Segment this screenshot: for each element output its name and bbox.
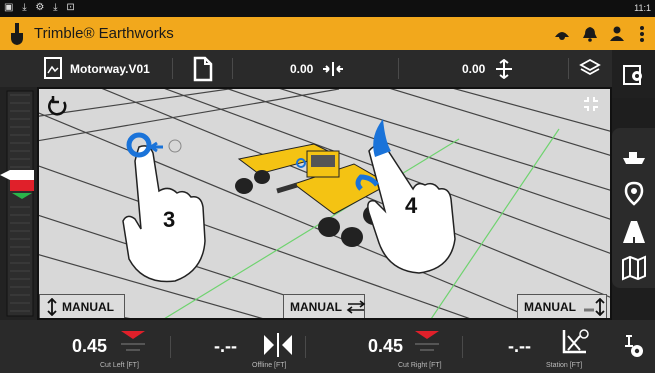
lightbar-ticks	[10, 94, 30, 312]
right-blade-icon	[584, 298, 605, 316]
file-icon[interactable]	[192, 56, 214, 82]
cut-left-indicator-icon	[121, 331, 145, 351]
settings-bottom	[612, 320, 655, 373]
status-icons: ▣ ⤓ ⚙ ⤓ ⊡	[4, 2, 78, 13]
terrain-scene	[39, 89, 610, 318]
map-icon[interactable]	[620, 254, 648, 282]
station-label: Station [FT]	[546, 362, 583, 369]
fit-view-icon[interactable]	[582, 95, 600, 113]
reset-view-icon[interactable]	[47, 95, 69, 117]
guidance-panel: 0.45 Cut Left [FT] -.-- Offline [FT] 0.4…	[0, 320, 612, 373]
manual-left-label: MANUAL	[62, 300, 114, 314]
offline-center-icon	[264, 333, 292, 357]
side-shift-icon	[346, 300, 366, 314]
station-value: -.--	[508, 336, 531, 356]
left-lightbar	[0, 87, 37, 320]
design-name[interactable]: Motorway.V01	[70, 62, 150, 76]
cross-slope-value[interactable]: 0.00	[290, 62, 313, 76]
cut-right-indicator-icon	[415, 331, 439, 351]
manual-right-button[interactable]: MANUAL	[517, 294, 607, 318]
design-file-icon[interactable]	[42, 56, 64, 80]
trimble-shovel-icon	[11, 23, 23, 45]
top-toolbar: Motorway.V01 0.00 0.00	[0, 50, 612, 87]
gear-icon[interactable]	[622, 334, 646, 360]
manual-center-button[interactable]: MANUAL	[283, 294, 366, 318]
cross-slope-icon	[323, 62, 343, 76]
left-blade-icon	[47, 298, 57, 316]
notification-bell-icon[interactable]	[581, 25, 599, 43]
operator-icon[interactable]	[608, 25, 626, 43]
manual-left-button[interactable]: MANUAL	[39, 294, 125, 318]
manual-right-label: MANUAL	[524, 300, 576, 314]
location-icon[interactable]	[620, 180, 648, 208]
main-fall-value[interactable]: 0.00	[462, 62, 485, 76]
overflow-menu-icon[interactable]	[637, 25, 647, 43]
station-icon	[562, 329, 589, 354]
road-view-icon[interactable]	[620, 218, 648, 246]
machine-view-icon[interactable]	[620, 144, 648, 172]
gesture-label-4: 4	[405, 193, 418, 218]
cut-left-label: Cut Left [FT]	[100, 362, 139, 369]
3d-viewport[interactable]: 3 4 MANUAL MANUAL MANUAL	[37, 87, 612, 320]
system-status-bar: ▣ ⤓ ⚙ ⤓ ⊡ 11:1	[0, 0, 655, 17]
manual-center-label: MANUAL	[290, 300, 342, 314]
offline-value: -.--	[214, 336, 237, 356]
offline-label: Offline [FT]	[252, 362, 287, 369]
cut-right-value: 0.45	[368, 336, 404, 356]
gesture-label-3: 3	[163, 207, 176, 232]
layers-icon[interactable]	[579, 58, 601, 78]
motor-grader	[235, 143, 391, 247]
grade-indicator	[0, 170, 34, 199]
app-bar: Trimble® Earthworks	[0, 17, 655, 50]
main-fall-icon	[496, 59, 512, 79]
cut-left-value: 0.45	[72, 336, 108, 356]
app-title: Trimble® Earthworks	[34, 25, 174, 42]
settings-top	[612, 50, 655, 98]
cut-right-label: Cut Right [FT]	[398, 362, 442, 369]
status-time: 11:1	[634, 3, 651, 13]
right-tool-tabs	[612, 128, 655, 288]
gear-icon[interactable]	[623, 63, 645, 85]
machine-status-icon[interactable]	[553, 25, 571, 43]
